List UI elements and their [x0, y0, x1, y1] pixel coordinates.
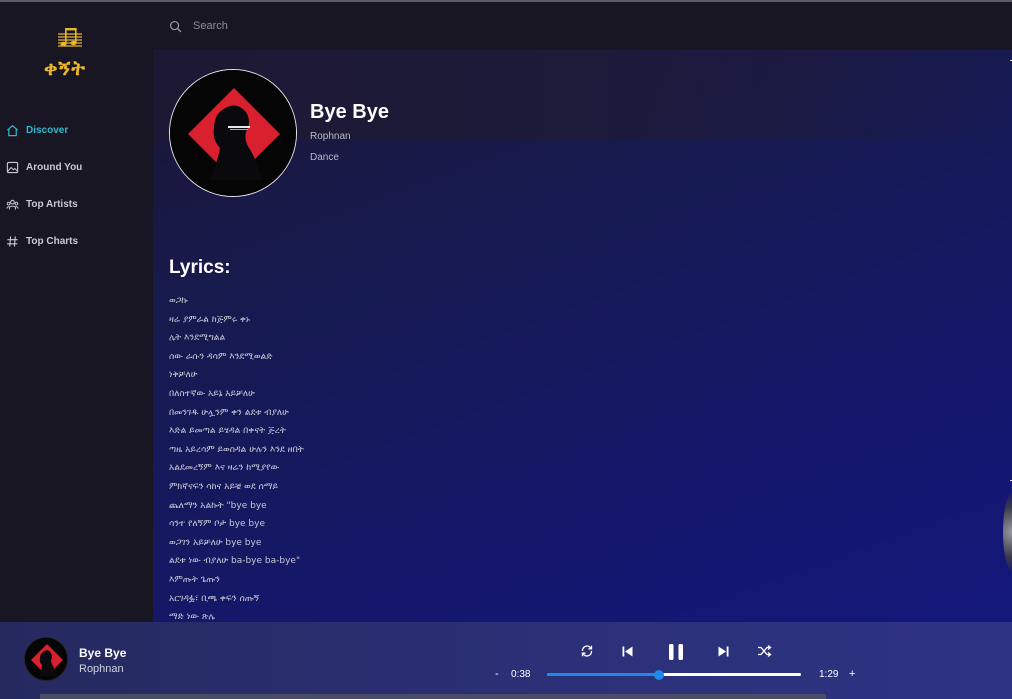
edge-image-fragment	[1003, 492, 1012, 572]
sidebar-nav: Discover Around You Top Artists Top Char…	[0, 112, 153, 260]
lyric-line: አርገዳፏ፣ ቢጫ ቀፍን ሰጡኝ	[169, 593, 260, 604]
sidebar-item-top-artists[interactable]: Top Artists	[0, 186, 153, 223]
lyric-line: ልደቱ ነው ብያለሁ ba-bye ba-bye"	[169, 556, 301, 567]
sidebar-item-label: Discover	[26, 125, 69, 136]
music-player: Bye Bye Rophnan - 0:38 1:29 +	[0, 622, 1012, 699]
sidebar: ቀኝት Discover Around You Top Artists Top …	[0, 2, 153, 699]
sidebar-item-top-charts[interactable]: Top Charts	[0, 223, 153, 260]
search-input[interactable]	[193, 20, 593, 32]
sidebar-item-discover[interactable]: Discover	[0, 112, 153, 149]
lyric-line: እምጡት ጌጡን	[169, 574, 220, 585]
total-time: 1:29	[819, 669, 839, 680]
repeat-icon	[581, 645, 593, 657]
image-icon	[6, 161, 19, 174]
next-button[interactable]	[717, 645, 730, 658]
lyric-line: ወጋኩ	[169, 296, 188, 306]
users-icon	[6, 199, 19, 210]
skip-next-icon	[718, 646, 729, 657]
album-cover	[169, 69, 297, 197]
song-title: Bye Bye	[310, 101, 389, 123]
sidebar-item-label: Around You	[26, 162, 83, 173]
player-album-cover	[24, 637, 68, 681]
lyric-line: ወጋገን አይቻለሁ bye bye	[169, 537, 262, 548]
song-genre: Dance	[310, 152, 339, 163]
lyrics-heading: Lyrics:	[169, 257, 231, 278]
main-content: Bye Bye Rophnan Dance Lyrics: ወጋኩ ዛሬ ያምራ…	[153, 2, 1012, 622]
logo-text: ቀኝት	[44, 56, 86, 80]
lyric-line: ምክኛናፍን ሳከና አይቼ ወደ ሰማይ	[169, 481, 278, 492]
shuffle-icon	[758, 644, 772, 658]
lyrics-list: ወጋኩ ዛሬ ያምራል ከጅምሩ ቀኑ ሌት እንደሚግልል ሰው ራሱን ዳሳ…	[169, 292, 569, 622]
seek-bar-progress	[547, 673, 659, 676]
repeat-button[interactable]	[580, 644, 594, 658]
lyric-line: ጨለማን አልኩት "bye bye	[169, 500, 267, 511]
lyric-line: ዛሬ ያምራል ከጅምሩ ቀኑ	[169, 314, 251, 325]
sidebar-item-label: Top Artists	[26, 199, 78, 210]
lyric-line: በመንገዱ ሁሏንም ቀን ልደቱ ብያለሁ	[169, 407, 289, 418]
lyric-line: ጣዜ አይረሳም ይወስዳል ሁሉን እንደ ዘበት	[169, 444, 304, 455]
seek-bar-handle[interactable]	[653, 669, 664, 680]
album-art-image	[170, 70, 296, 196]
search-bar	[153, 2, 1012, 50]
lyric-line: ሌት እንደሚግልል	[169, 333, 226, 344]
lyric-line: በለስተኛው አይኔ አይቻለሁ	[169, 388, 255, 399]
skip-previous-icon	[622, 646, 633, 657]
seek-back-button[interactable]: -	[495, 668, 499, 680]
player-song-title: Bye Bye	[79, 646, 127, 660]
player-song-artist: Rophnan	[79, 663, 124, 675]
previous-button[interactable]	[621, 645, 634, 658]
pause-button[interactable]	[667, 642, 685, 662]
lyric-line: ማድ ነው ጽሌ	[169, 612, 216, 622]
lyric-line: እድል ይመጣል ይሄዳል በቀናት ጅረት	[169, 426, 286, 437]
shuffle-button[interactable]	[757, 644, 772, 658]
seek-forward-button[interactable]: +	[849, 668, 855, 680]
lyric-line: ሳንተ የለኝም ቦታ bye bye	[169, 519, 266, 530]
lyric-line: ሰው ራሱን ዳሳም እንደሚወልድ	[169, 351, 273, 362]
sidebar-item-label: Top Charts	[26, 236, 79, 247]
seek-bar[interactable]	[547, 669, 801, 680]
lyric-line: አልደመረኝም እና ዛሬን ከሚያየው	[169, 463, 280, 474]
lyric-line: ነቅቻለሁ	[169, 370, 198, 381]
hashtag-icon	[7, 236, 18, 247]
search-icon	[169, 20, 182, 32]
player-album-art-image	[25, 638, 67, 680]
home-icon	[7, 125, 18, 137]
pause-icon	[669, 644, 683, 660]
current-time: 0:38	[511, 669, 531, 680]
song-artist[interactable]: Rophnan	[310, 131, 351, 142]
horizontal-scrollbar[interactable]	[40, 694, 826, 699]
sidebar-item-around-you[interactable]: Around You	[0, 149, 153, 186]
